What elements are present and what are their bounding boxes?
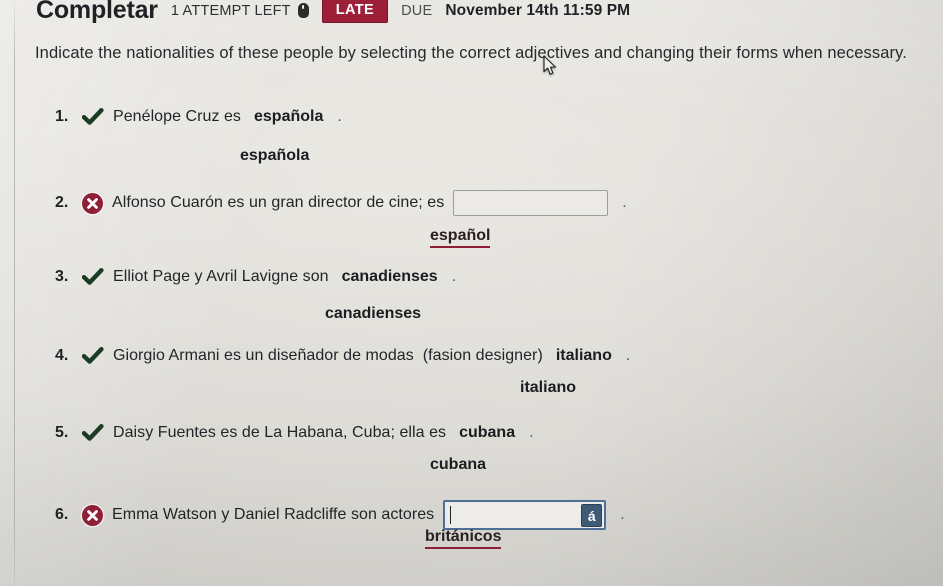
check-icon [82, 108, 104, 126]
question-number: 1. [55, 108, 69, 125]
submitted-answer: italiano [520, 379, 577, 396]
instructions-text: Indicate the nationalities of these peop… [35, 44, 907, 62]
question-prompt: Elliot Page y Avril Lavigne son [113, 268, 329, 285]
answer-input[interactable] [453, 190, 609, 216]
question-line: 3. Elliot Page y Avril Lavigne son canadie… [55, 268, 456, 286]
status-badge-late: LATE [321, 0, 389, 23]
attempts-left-label: 1 ATTEMPT LEFT [170, 2, 291, 19]
submitted-answer: canadienses [325, 305, 422, 322]
question-prompt: Alfonso Cuarón es un gran director de ci… [112, 194, 445, 211]
question-answer: canadienses [341, 268, 438, 285]
question-answer: cubana [459, 424, 516, 441]
check-icon [82, 347, 104, 365]
question-line: 1. Penélope Cruz es española. [55, 108, 342, 126]
question-punctuation: . [451, 268, 457, 285]
submitted-answer: cubana [430, 456, 487, 473]
due-label: DUE [401, 2, 433, 19]
correct-answer-underlined: británicos [425, 528, 502, 549]
mouse-icon [297, 3, 309, 18]
due-date: November 14th 11:59 PM [445, 1, 631, 19]
submitted-answer: española [240, 147, 310, 164]
accent-key-button[interactable]: á [581, 504, 603, 527]
question-number: 4. [55, 347, 69, 364]
question-line: 4. Giorgio Armani es un diseñador de moda… [55, 347, 630, 365]
assignment-content: Completar 1 ATTEMPT LEFT LATE DUE Novemb… [0, 0, 943, 586]
assignment-header: Completar 1 ATTEMPT LEFT LATE DUE Novemb… [36, 0, 630, 25]
question-number: 3. [55, 268, 69, 285]
question-answer: española [254, 108, 324, 125]
question-answer: italiano [555, 347, 612, 364]
text-caret [450, 506, 452, 524]
question-line: 2. Alfonso Cuarón es un gran director de … [55, 190, 627, 216]
question-line: 5. Daisy Fuentes es de La Habana, Cuba; e… [55, 424, 534, 442]
question-punctuation: . [622, 194, 627, 211]
check-icon [82, 424, 104, 442]
check-icon [82, 268, 104, 286]
question-number: 2. [55, 194, 69, 211]
question-prompt: Giorgio Armani es un diseñador de modas [113, 347, 414, 364]
question-prompt: Emma Watson y Daniel Radcliffe son actor… [112, 506, 435, 523]
x-circle-icon [82, 192, 103, 214]
question-punctuation: . [625, 347, 631, 364]
question-punctuation: . [529, 424, 534, 441]
question-prompt: Daisy Fuentes es de La Habana, Cuba; ell… [113, 424, 447, 441]
x-circle-icon [82, 504, 103, 526]
question-hint: (fasion designer) [422, 347, 543, 364]
question-line: 6. Emma Watson y Daniel Radcliffe son act… [55, 500, 625, 530]
question-punctuation: . [337, 108, 342, 125]
answer-input-wrapper[interactable]: á [443, 500, 607, 530]
correct-answer-underlined: español [430, 227, 491, 248]
answer-input-wrapper[interactable] [453, 190, 609, 216]
page-title: Completar [36, 0, 158, 24]
question-number: 6. [55, 506, 69, 523]
question-prompt: Penélope Cruz es [113, 108, 241, 125]
question-number: 5. [55, 424, 69, 441]
question-punctuation: . [620, 506, 625, 523]
